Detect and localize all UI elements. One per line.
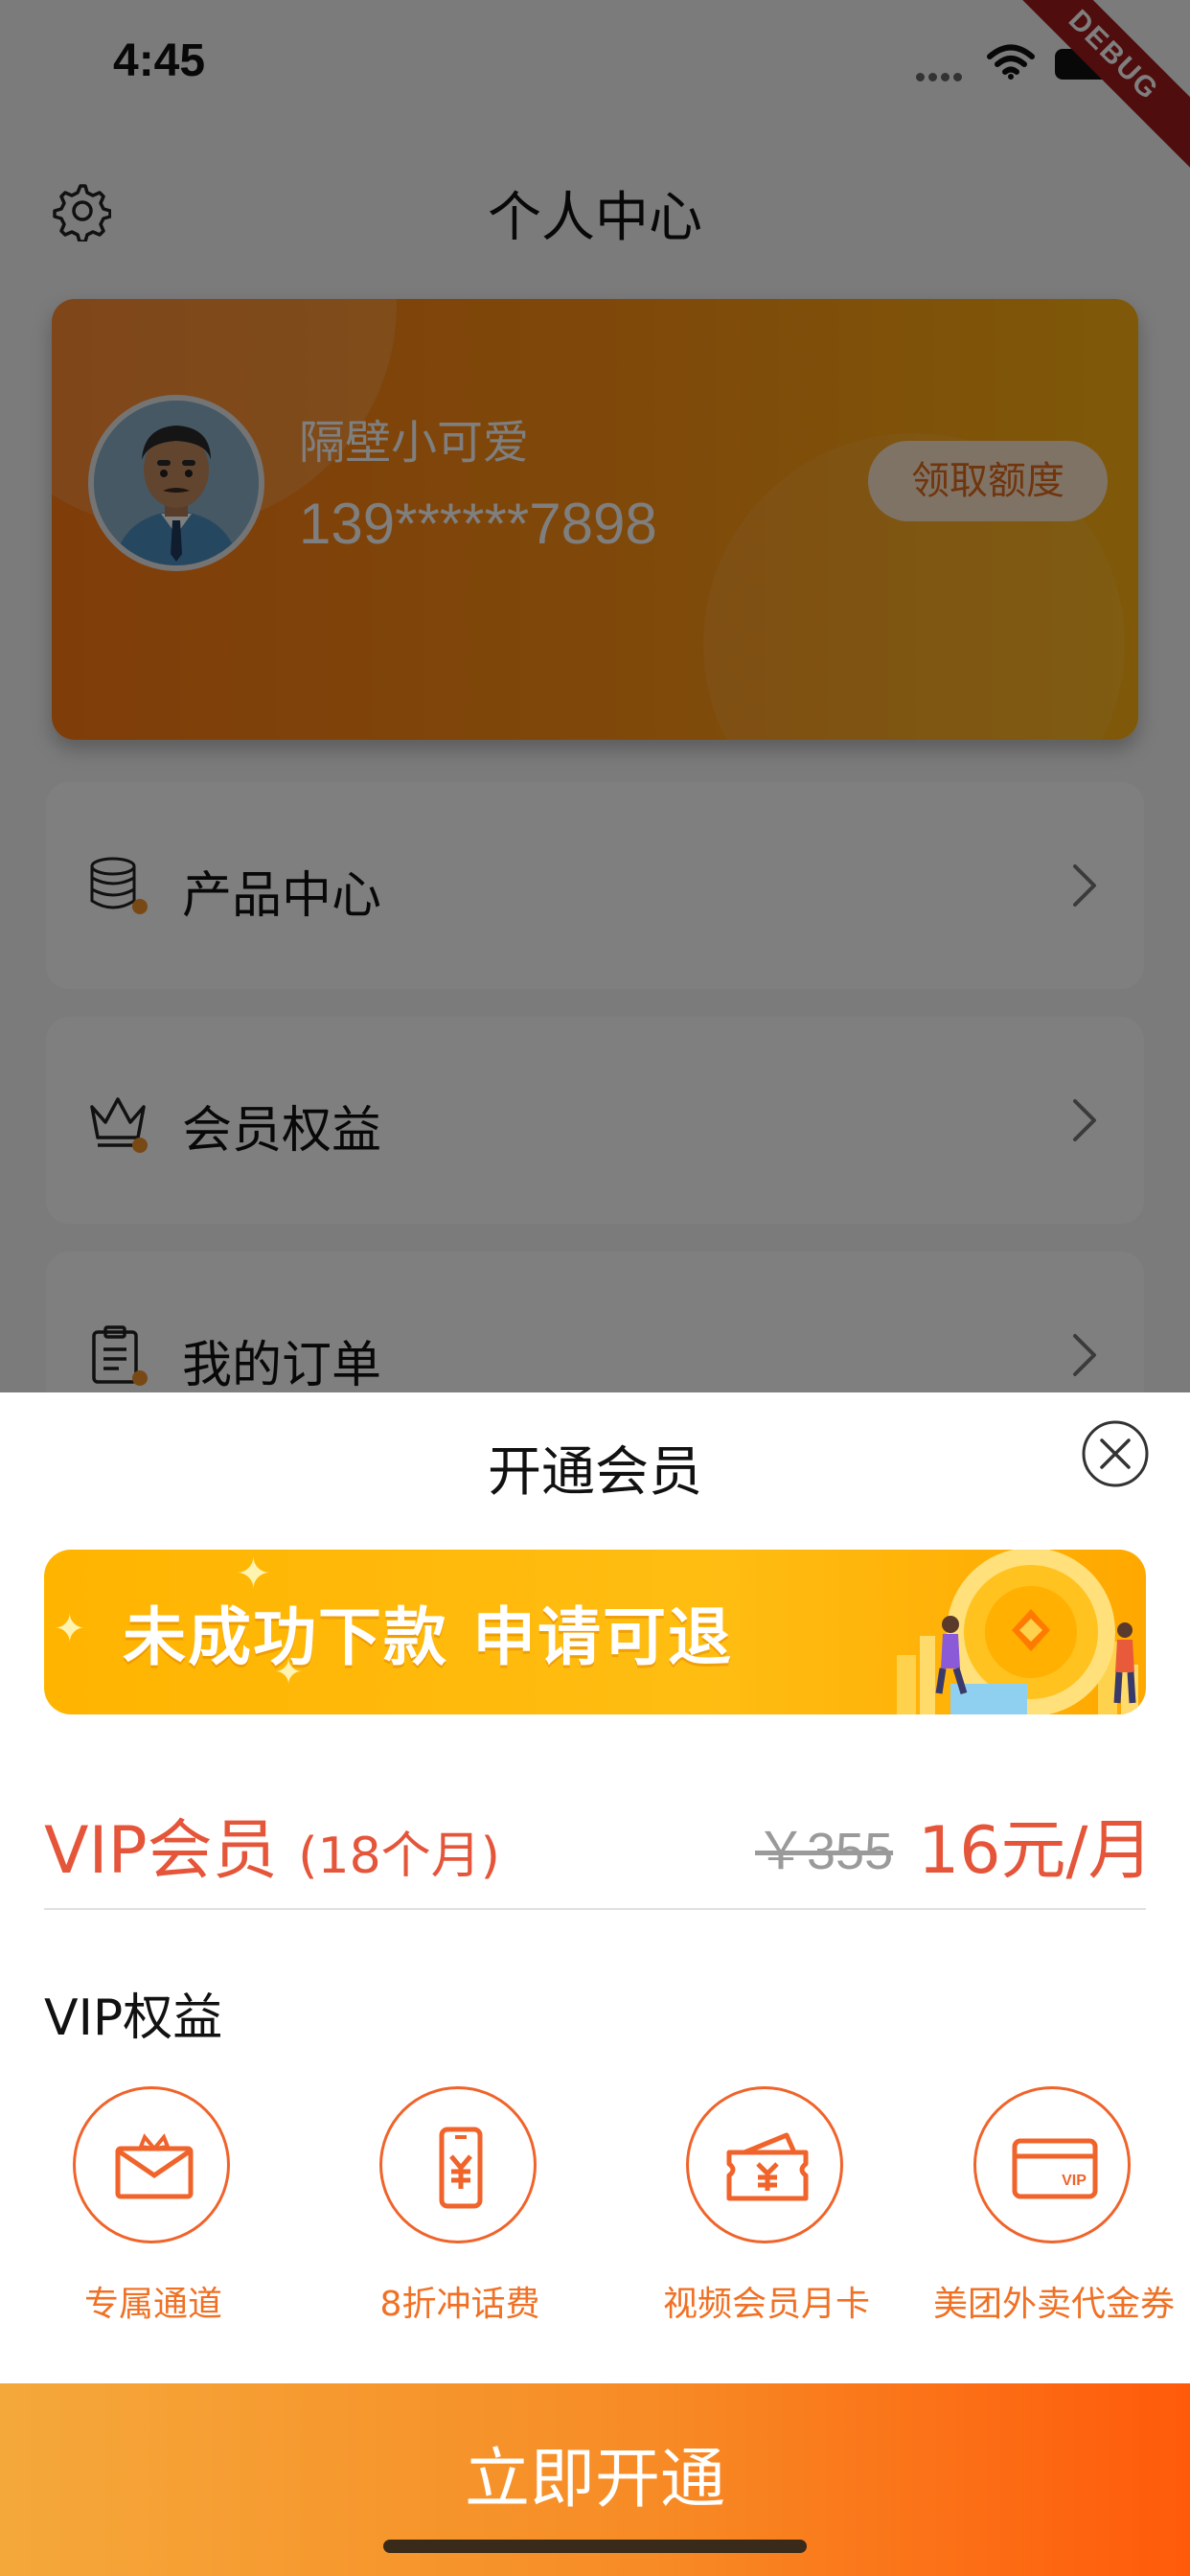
benefit-meituan-voucher[interactable]: VIP 美团外卖代金券 [901, 2086, 1190, 2345]
benefit-video-membership[interactable]: 视频会员月卡 [613, 2086, 920, 2345]
divider [44, 1908, 1146, 1910]
benefit-label: 美团外卖代金券 [932, 2285, 1175, 2324]
benefit-label: 8折冲话费 [379, 2285, 540, 2324]
screen: 4:45 DEBUG 个人中心 [0, 0, 1190, 2576]
current-price: 16元/月 [918, 1813, 1154, 1889]
benefits-title: VIP权益 [44, 1990, 223, 2047]
coin-illustration [897, 1550, 1138, 1714]
close-icon[interactable] [1081, 1419, 1150, 1488]
sparkle-icon: ✦ [54, 1607, 86, 1651]
membership-sheet: 开通会员 ✦ ✦ ✦ 未成功下款 申请可退 VIP会员 (18个月) ￥355 … [0, 1392, 1190, 2576]
vip-plan-title: VIP会员 (18个月) [44, 1797, 500, 1892]
benefit-icon-circle [686, 2086, 843, 2243]
benefit-label: 视频会员月卡 [662, 2285, 870, 2324]
ticket-yuan-icon [726, 2132, 809, 2201]
benefit-exclusive-channel[interactable]: 专属通道 [0, 2086, 307, 2345]
refund-banner[interactable]: ✦ ✦ ✦ 未成功下款 申请可退 [44, 1550, 1146, 1714]
benefit-icon-circle [379, 2086, 537, 2243]
sheet-title: 开通会员 [488, 1441, 702, 1504]
original-price: ￥355 [755, 1823, 894, 1880]
svg-text:VIP: VIP [1062, 2173, 1087, 2189]
benefit-icon-circle: VIP [973, 2086, 1131, 2243]
vip-card-icon: VIP [1012, 2138, 1098, 2199]
benefit-phone-topup[interactable]: 8折冲话费 [307, 2086, 613, 2345]
modal-overlay[interactable] [0, 0, 1190, 1392]
vip-plan-period: (18个月) [298, 1828, 500, 1885]
home-indicator[interactable] [383, 2540, 807, 2553]
banner-text: 未成功下款 申请可退 [123, 1600, 733, 1674]
benefit-icon-circle [73, 2086, 230, 2243]
vip-plan-name: VIP会员 [44, 1813, 278, 1889]
gift-envelope-icon [115, 2133, 194, 2199]
phone-yuan-icon [439, 2127, 483, 2209]
benefit-label: 专属通道 [83, 2285, 222, 2324]
